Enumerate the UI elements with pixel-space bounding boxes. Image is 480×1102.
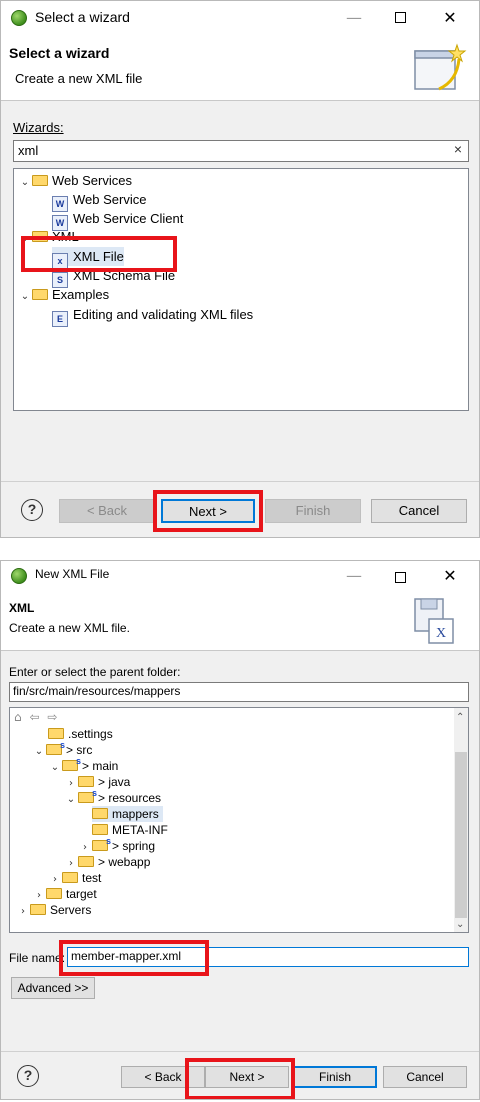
tree-node-web-services[interactable]: ⌄ Web Services	[18, 171, 132, 190]
close-button[interactable]: ✕	[427, 561, 473, 591]
tree-node-spring[interactable]: ›> spring	[78, 833, 155, 854]
parent-folder-input[interactable]: fin/src/main/resources/mappers	[9, 682, 469, 702]
xml-file-banner-icon: X	[414, 598, 454, 644]
source-folder-icon	[92, 833, 111, 851]
tree-node-target[interactable]: › target	[32, 886, 97, 902]
forward-arrow-icon[interactable]: ⇨	[47, 710, 57, 724]
chevron-down-icon[interactable]: ⌄	[64, 792, 78, 808]
scroll-up-icon[interactable]: ⌃	[456, 712, 464, 723]
scroll-thumb[interactable]	[455, 752, 467, 918]
folder-icon	[78, 856, 94, 867]
window-title: New XML File	[35, 567, 110, 581]
folder-icon	[32, 289, 48, 300]
highlight-box-next	[185, 1058, 295, 1099]
folder-icon	[32, 175, 48, 186]
eclipse-icon	[11, 10, 27, 26]
eclipse-icon	[11, 568, 27, 584]
folder-icon	[92, 808, 108, 819]
cancel-button[interactable]: Cancel	[371, 499, 467, 523]
maximize-button[interactable]	[377, 561, 423, 591]
wizard-tree: ⌄ Web Services W Web Service W Web Service …	[13, 168, 469, 411]
tree-node-src[interactable]: ⌄> src	[32, 737, 93, 760]
help-icon[interactable]: ?	[21, 499, 43, 521]
clear-icon[interactable]: ×	[454, 141, 462, 157]
header-title: XML	[9, 601, 35, 615]
highlight-box-next	[153, 490, 263, 532]
close-button[interactable]: ✕	[427, 1, 473, 35]
source-folder-icon	[78, 785, 97, 803]
footer-separator	[1, 481, 479, 482]
minimize-button[interactable]: —	[331, 561, 377, 591]
wizards-label: Wizards:	[13, 120, 64, 135]
folder-icon	[46, 888, 62, 899]
maximize-button[interactable]	[377, 1, 423, 35]
example-icon: E	[52, 311, 68, 327]
tree-node-test[interactable]: › test	[48, 870, 101, 886]
minimize-button[interactable]: —	[331, 1, 377, 35]
maximize-icon	[394, 572, 406, 583]
chevron-down-icon[interactable]: ⌄	[32, 744, 46, 760]
back-arrow-icon[interactable]: ⇦	[29, 710, 39, 724]
tree-node-webapp[interactable]: › > webapp	[64, 854, 150, 870]
advanced-button[interactable]: Advanced >>	[11, 977, 95, 999]
tree-scrollbar[interactable]: ⌃ ⌄	[454, 708, 468, 932]
maximize-icon	[394, 12, 406, 23]
tree-item-editing-validating-xml[interactable]: E Editing and validating XML files	[52, 305, 253, 327]
wizard-header: Select a wizard Create a new XML file	[1, 35, 479, 101]
header-description: Create a new XML file	[15, 71, 143, 86]
help-icon[interactable]: ?	[17, 1065, 39, 1087]
wizard-banner-icon	[414, 43, 467, 91]
tree-item-meta-inf[interactable]: META-INF	[92, 822, 168, 838]
source-folder-icon	[62, 753, 81, 771]
folder-icon	[30, 904, 46, 915]
svg-text:X: X	[436, 626, 446, 641]
tree-item-web-service-client[interactable]: W Web Service Client	[52, 209, 183, 231]
title-bar: New XML File — ✕	[1, 561, 479, 591]
tree-node-resources[interactable]: ⌄> resources	[64, 785, 161, 808]
source-folder-icon	[46, 737, 65, 755]
parent-folder-label: Enter or select the parent folder:	[9, 665, 181, 679]
folder-tree: ⌂ ⇦ ⇨ .settings ⌄> src ⌄> main ›> java ⌄…	[9, 707, 469, 933]
parent-folder-value: fin/src/main/resources/mappers	[13, 684, 181, 698]
header-title: Select a wizard	[9, 45, 110, 61]
back-button[interactable]: < Back	[59, 499, 155, 523]
highlight-box-xml-file	[21, 236, 177, 272]
tree-item-settings[interactable]: .settings	[48, 726, 113, 742]
finish-button[interactable]: Finish	[293, 1066, 377, 1088]
select-wizard-dialog: Select a wizard — ✕ Select a wizard Crea…	[0, 0, 480, 538]
finish-button[interactable]: Finish	[265, 499, 361, 523]
wizard-filter-input[interactable]: xml ×	[13, 140, 469, 162]
tree-node-servers[interactable]: › Servers	[16, 902, 91, 918]
folder-icon	[62, 872, 78, 883]
cancel-button[interactable]: Cancel	[383, 1066, 467, 1088]
header-description: Create a new XML file.	[9, 621, 130, 635]
window-title: Select a wizard	[35, 9, 130, 25]
scroll-down-icon[interactable]: ⌄	[456, 919, 464, 930]
chevron-right-icon[interactable]: ›	[16, 904, 30, 920]
chevron-down-icon[interactable]: ⌄	[48, 760, 62, 776]
home-icon[interactable]: ⌂	[14, 710, 22, 724]
title-bar: Select a wizard — ✕	[1, 1, 479, 35]
tree-toolbar: ⌂ ⇦ ⇨	[14, 710, 57, 724]
tree-node-main[interactable]: ⌄> main	[48, 753, 119, 776]
tree-node-java[interactable]: › > java	[64, 774, 130, 790]
tree-node-examples[interactable]: ⌄ Examples	[18, 285, 109, 304]
chevron-down-icon[interactable]: ⌄	[18, 173, 32, 192]
wizard-header: XML Create a new XML file. X	[1, 591, 479, 651]
chevron-down-icon[interactable]: ⌄	[18, 287, 32, 306]
footer-separator	[1, 1051, 479, 1052]
tree-item-mappers[interactable]: mappers	[92, 806, 163, 822]
new-xml-file-dialog: New XML File — ✕ XML Create a new XML fi…	[0, 560, 480, 1100]
file-name-label: File name:	[9, 951, 66, 965]
wizard-filter-value: xml	[18, 143, 39, 158]
highlight-box-file-name	[59, 940, 209, 976]
tree-item-web-service[interactable]: W Web Service	[52, 190, 146, 212]
